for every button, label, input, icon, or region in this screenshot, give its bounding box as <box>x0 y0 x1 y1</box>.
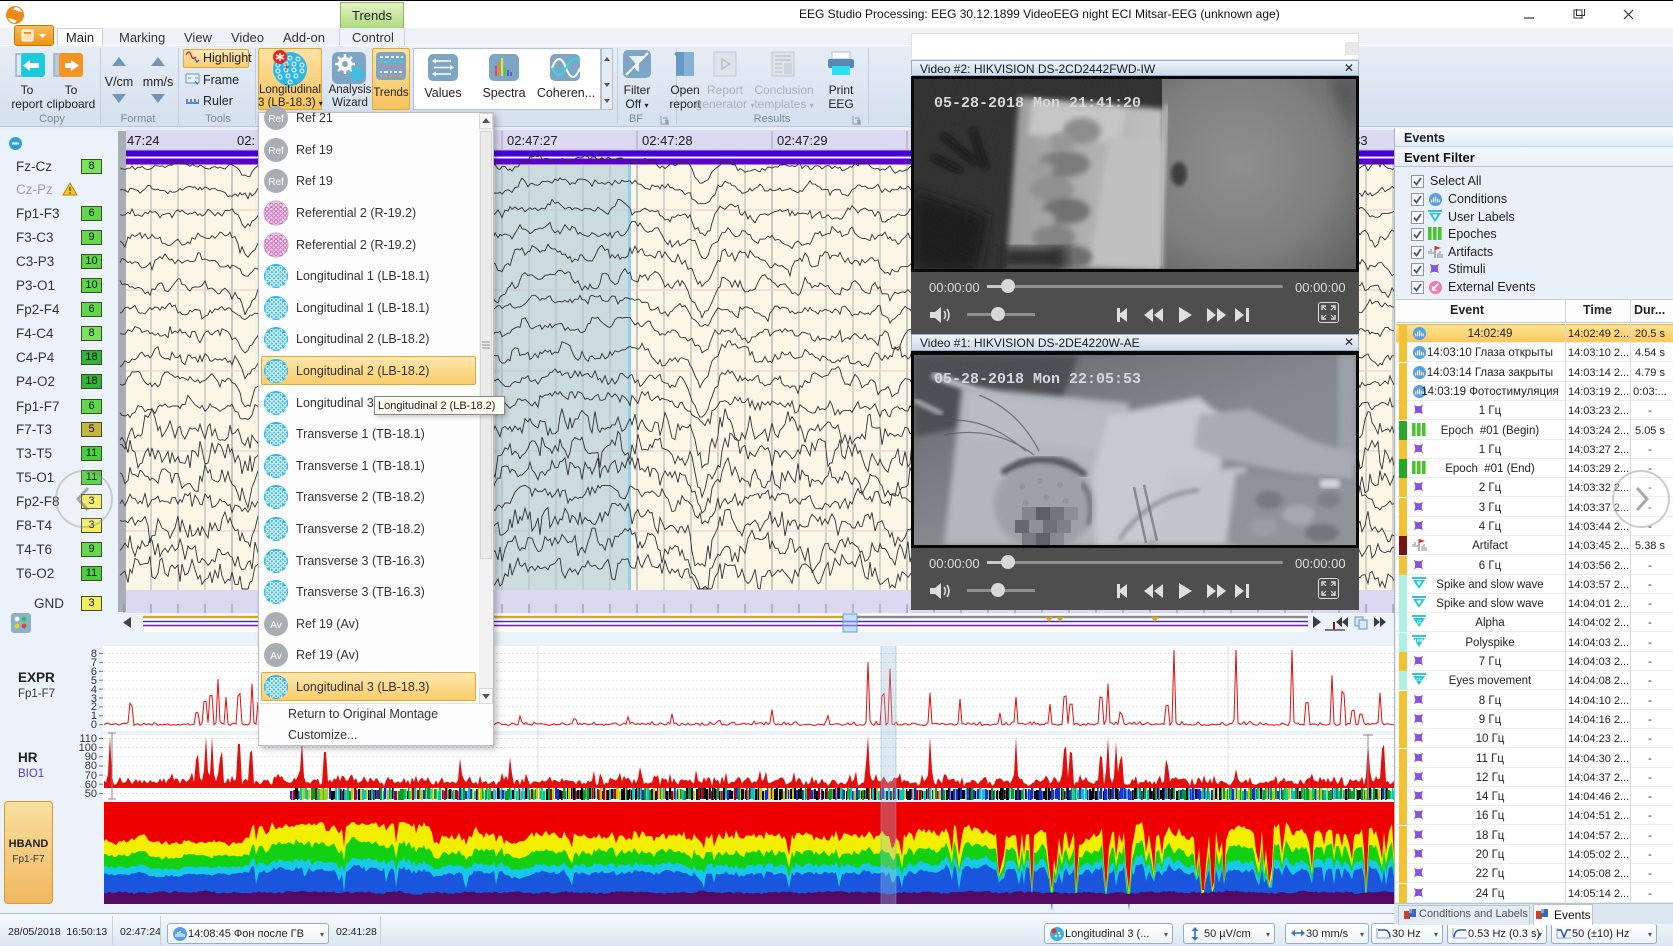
svg-text:BIO1: BIO1 <box>18 768 44 780</box>
svg-text:02:: 02: <box>237 133 255 148</box>
svg-text:EXPR: EXPR <box>18 670 55 685</box>
svg-text:47:24: 47:24 <box>127 133 160 148</box>
svg-text:02:47:28: 02:47:28 <box>642 133 693 148</box>
svg-text:Ref: Ref <box>268 177 284 188</box>
svg-text:05-28-2018 Mon 21:41:20: 05-28-2018 Mon 21:41:20 <box>934 95 1141 112</box>
svg-text:02:47:27: 02:47:27 <box>507 133 558 148</box>
svg-text:Ref: Ref <box>268 114 284 125</box>
svg-text:Fp1-F7: Fp1-F7 <box>18 688 55 700</box>
svg-text:50: 50 <box>85 788 97 800</box>
svg-text:05-28-2018 Mon 22:05:53: 05-28-2018 Mon 22:05:53 <box>934 371 1141 388</box>
svg-text:Av: Av <box>270 651 282 662</box>
svg-text:Av: Av <box>270 620 282 631</box>
svg-text:0: 0 <box>91 719 97 731</box>
svg-text:Ref: Ref <box>268 146 284 157</box>
svg-text:02:47:29: 02:47:29 <box>777 133 828 148</box>
svg-text:HR: HR <box>18 750 38 765</box>
